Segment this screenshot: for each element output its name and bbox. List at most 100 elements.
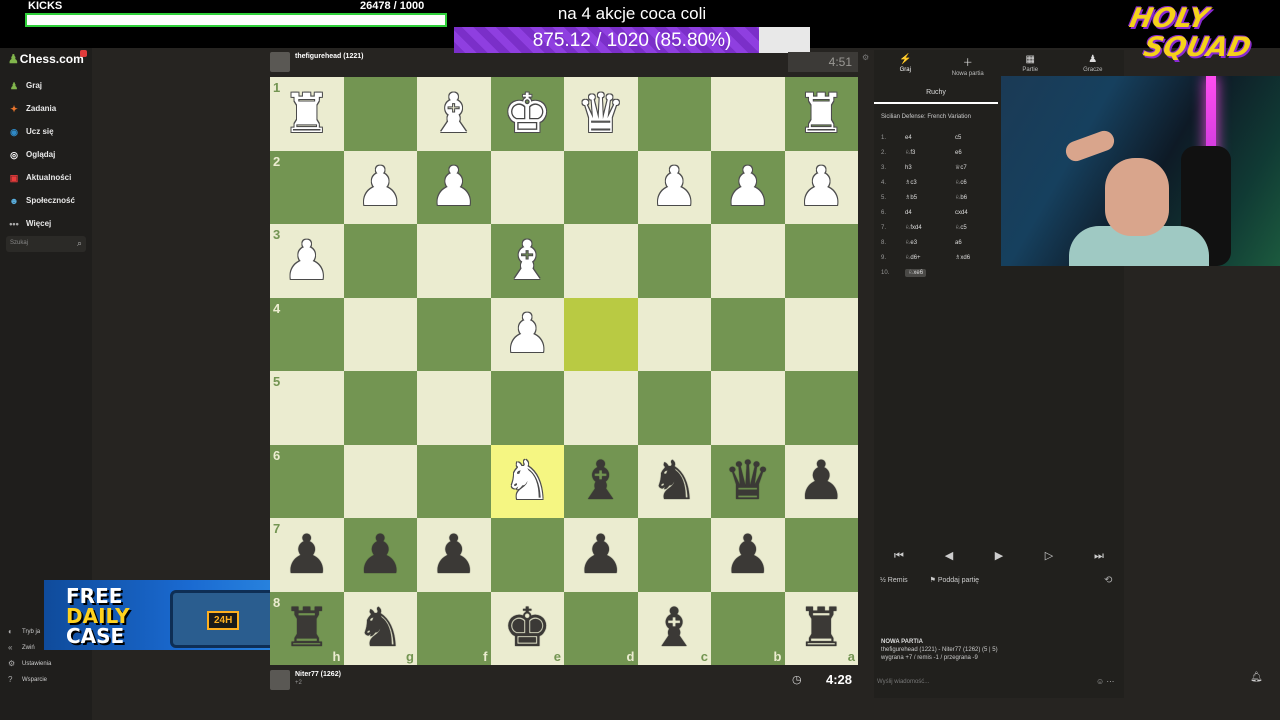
white-pawn-piece[interactable]: ♟ [785,151,859,225]
white-move[interactable]: ♘d6+ [905,254,955,261]
square-a1[interactable]: ♜ [784,77,859,151]
square-b7[interactable]: ♟ [711,518,785,592]
bell-icon[interactable]: 🔔︎ [1250,672,1263,683]
square-e7[interactable] [490,518,564,592]
white-move[interactable]: h3 [905,165,955,171]
white-bishop-piece[interactable]: ♝ [417,77,491,151]
white-move[interactable]: ♘f3 [905,149,955,156]
square-d6[interactable]: ♝ [564,444,638,519]
white-move[interactable]: ♘e3 [905,239,955,246]
white-queen-piece[interactable]: ♛ [564,77,638,151]
square-b4[interactable] [711,297,785,371]
sidebar-item-6[interactable]: ••• Więcej [0,212,92,235]
square-e5[interactable] [490,371,564,445]
square-d5[interactable] [564,371,638,445]
chess-board[interactable]: 1 ♜ ♝ ♚ ♛ ♜ 2 ♟ ♟ ♟ ♟ ♟ 3 ♟ ♝ 4 ♟ 5 6 ♞ ♝ ♞ ♛ ♟ 7 ♟ ♟ ♟ ♟ ♟ 8 h ♜ g ♞ f e ♚ d c… [270,77,858,665]
square-f6[interactable] [417,444,491,518]
square-g5[interactable] [343,371,417,445]
square-b6[interactable]: ♛ [711,444,785,519]
black-rook-piece[interactable]: ♜ [785,592,859,666]
square-b5[interactable] [711,371,785,445]
square-f8[interactable]: f [417,591,491,665]
square-g6[interactable] [343,444,417,518]
square-h7[interactable]: 7 ♟ [270,518,344,592]
black-pawn-piece[interactable]: ♟ [344,518,418,592]
square-g4[interactable] [343,297,417,371]
black-move[interactable]: a6 [955,240,1001,246]
sidebar-item-1[interactable]: ✦ Zadania [0,97,92,120]
previous-move-button[interactable]: ◀ [929,546,969,566]
black-knight-piece[interactable]: ♞ [638,445,712,519]
search-icon[interactable]: ⌕ [77,238,82,249]
square-c4[interactable] [637,297,711,371]
resign-button[interactable]: ⚑ Poddaj partię [930,577,990,584]
white-king-piece[interactable]: ♚ [491,77,565,151]
square-g8[interactable]: g ♞ [343,591,418,666]
square-a7[interactable] [784,518,858,592]
square-a2[interactable]: ♟ [784,150,859,225]
square-d2[interactable] [564,150,638,224]
emoji-icon[interactable]: ☺ [1096,677,1104,686]
square-g2[interactable]: ♟ [343,150,418,225]
white-pawn-piece[interactable]: ♟ [270,224,344,298]
chat-input[interactable]: Wyślij wiadomość... [874,674,1124,692]
play-button[interactable]: ▶ [979,546,1019,566]
bottom-player-avatar[interactable] [270,670,290,690]
square-e1[interactable]: ♚ [490,77,565,151]
white-move[interactable]: e4 [905,135,955,141]
square-c6[interactable]: ♞ [637,444,712,519]
draw-button[interactable]: ½ Remis [880,577,918,584]
square-f1[interactable]: ♝ [417,77,491,151]
square-b1[interactable] [711,77,785,151]
square-e4[interactable]: ♟ [490,297,564,371]
white-rook-piece[interactable]: ♜ [785,77,859,151]
square-e3[interactable]: ♝ [490,224,565,298]
black-move[interactable]: cxd4 [955,210,1001,216]
square-g1[interactable] [343,77,417,151]
white-bishop-piece[interactable]: ♝ [491,224,565,298]
square-b2[interactable]: ♟ [711,150,785,225]
black-bishop-piece[interactable]: ♝ [564,445,638,519]
square-a6[interactable]: ♟ [784,444,858,518]
square-h4[interactable]: 4 [270,297,344,371]
white-move[interactable]: ♘xe6 [905,269,955,277]
white-move[interactable]: ♘fxd4 [905,224,955,231]
black-move[interactable]: ♘c6 [955,179,1001,186]
square-f5[interactable] [417,371,491,445]
square-d8[interactable]: d [564,591,638,665]
black-move[interactable]: e6 [955,150,1001,156]
square-h2[interactable]: 2 [270,150,344,224]
square-f3[interactable] [417,224,491,298]
black-move[interactable]: c5 [955,135,1001,141]
panel-tab-1[interactable]: ＋ Nowa partia [937,50,1000,80]
black-bishop-piece[interactable]: ♝ [638,592,712,666]
white-pawn-piece[interactable]: ♟ [711,151,785,225]
square-e2[interactable] [490,150,564,224]
sidebar-bottom-item-3[interactable]: ? Wsparcie [0,672,92,688]
black-pawn-piece[interactable]: ♟ [417,518,491,592]
black-move[interactable]: ♕c7 [955,164,1001,171]
black-queen-piece[interactable]: ♛ [711,445,785,519]
top-player-name[interactable]: thefigurehead (1221) [295,53,363,60]
square-c1[interactable] [637,77,711,151]
black-pawn-piece[interactable]: ♟ [564,518,638,592]
last-move-button[interactable]: ⏭ [1079,546,1119,566]
tab-moves[interactable]: Ruchy [874,84,998,104]
black-rook-piece[interactable]: ♜ [270,592,344,666]
white-pawn-piece[interactable]: ♟ [344,151,418,225]
square-e6[interactable]: ♞ [490,444,565,519]
square-b8[interactable]: b [711,591,785,665]
black-knight-piece[interactable]: ♞ [344,592,418,666]
sidebar-bottom-item-2[interactable]: ⚙ Ustawienia [0,656,92,672]
white-knight-piece[interactable]: ♞ [491,445,565,519]
black-king-piece[interactable]: ♚ [491,592,565,666]
square-a4[interactable] [784,297,858,371]
square-c7[interactable] [637,518,711,592]
square-c8[interactable]: c ♝ [637,591,712,666]
sidebar-item-2[interactable]: ◉ Ucz się [0,120,92,143]
black-pawn-piece[interactable]: ♟ [711,518,785,592]
square-a8[interactable]: a ♜ [784,591,859,666]
square-d4[interactable] [564,297,638,371]
bottom-player-name[interactable]: Niter77 (1262) [295,671,341,678]
square-h1[interactable]: 1 ♜ [270,77,344,151]
